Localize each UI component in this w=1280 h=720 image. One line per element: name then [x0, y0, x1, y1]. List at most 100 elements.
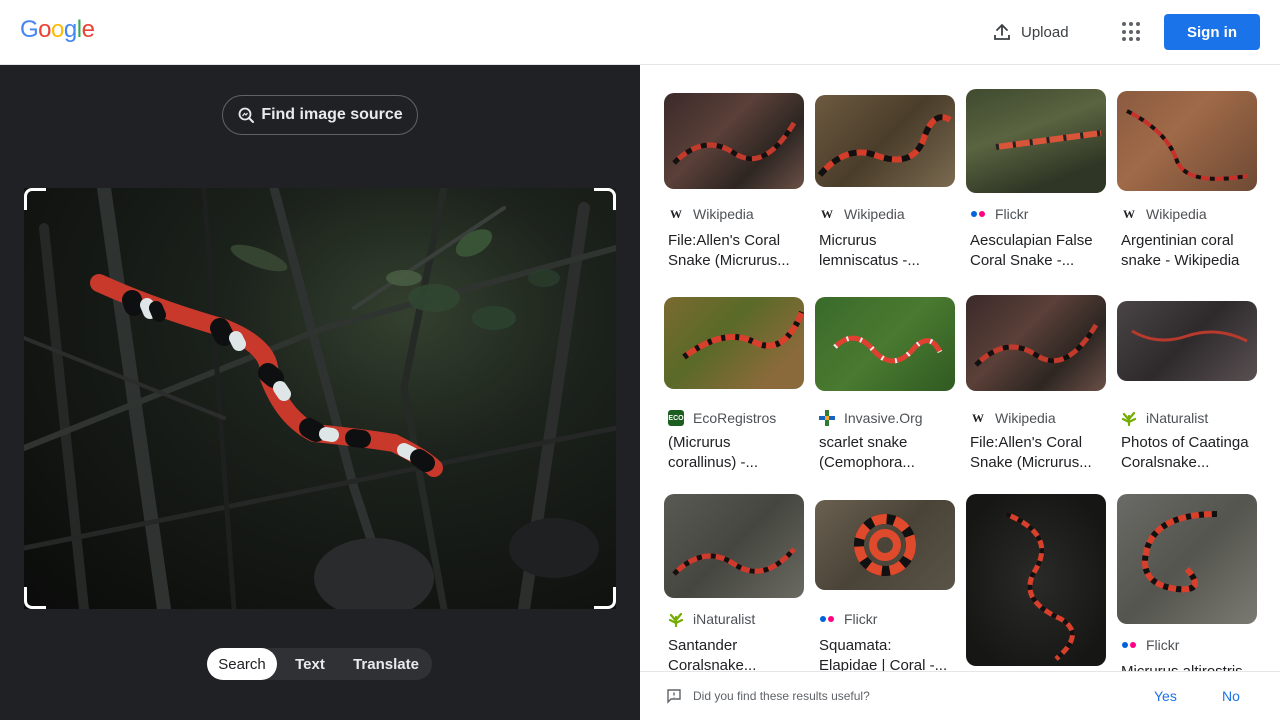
result-card[interactable]: W Wikipedia File:Allen's Coral Snake (Mi… [966, 291, 1106, 481]
feedback-bar: Did you find these results useful? Yes N… [640, 671, 1280, 720]
result-card[interactable]: Flickr Micrurus altirostris [1117, 494, 1257, 671]
result-title[interactable]: File:Allen's Coral Snake (Micrurus... [970, 433, 1102, 473]
result-title[interactable]: Squamata: Elapidae | Coral -... [819, 636, 951, 671]
result-thumbnail[interactable] [1117, 91, 1257, 191]
result-title[interactable]: Micrurus altirostris [1121, 662, 1253, 671]
result-source-label: Flickr [995, 206, 1029, 222]
upload-button[interactable]: Upload [992, 20, 1069, 44]
logo-letter-e: e [81, 16, 95, 43]
crop-handle-top-right[interactable] [594, 188, 616, 210]
result-thumbnail[interactable] [664, 494, 804, 598]
result-title[interactable]: Photos of Caatinga Coralsnake... [1121, 433, 1253, 473]
result-thumbnail[interactable] [815, 297, 955, 391]
result-source-label: Wikipedia [995, 410, 1056, 426]
result-source: W Wikipedia [668, 205, 754, 223]
result-thumbnail[interactable] [966, 295, 1106, 391]
mode-search-tab[interactable]: Search [207, 648, 277, 680]
result-thumbnail[interactable] [966, 89, 1106, 193]
result-thumbnail[interactable] [815, 95, 955, 187]
result-source: Flickr [1121, 636, 1179, 654]
result-source-label: Flickr [844, 611, 878, 627]
result-source-label: Wikipedia [844, 206, 905, 222]
result-source: Invasive.Org [819, 409, 923, 427]
lens-mode-switcher: Search Text Translate [207, 648, 432, 680]
ecoregistros-favicon-icon: ECO [668, 410, 684, 426]
upload-icon [994, 24, 1010, 40]
flickr-favicon-icon [1121, 637, 1137, 653]
feedback-question: Did you find these results useful? [693, 689, 870, 703]
wikipedia-favicon-icon: W [821, 206, 833, 221]
result-source: W Wikipedia [1121, 205, 1207, 223]
result-title[interactable]: Santander Coralsnake... [668, 636, 800, 671]
result-thumbnail[interactable] [966, 494, 1106, 666]
crop-handle-bottom-left[interactable] [24, 587, 46, 609]
result-card[interactable]: Flickr Aesculapian False Coral Snake -..… [966, 89, 1106, 279]
top-bar: Google Upload Sign in [0, 0, 1280, 65]
result-card[interactable]: iNaturalist Santander Coralsnake... [664, 494, 804, 671]
crop-handle-bottom-right[interactable] [594, 587, 616, 609]
query-image-pane: Find image source Search Text Translate [0, 65, 640, 720]
result-thumbnail[interactable] [664, 297, 804, 389]
result-source-label: Flickr [1146, 637, 1180, 653]
wikipedia-favicon-icon: W [972, 410, 984, 425]
wikipedia-favicon-icon: W [1123, 206, 1135, 221]
result-source-label: iNaturalist [1146, 410, 1209, 426]
result-source-label: iNaturalist [693, 611, 756, 627]
result-title[interactable]: File:Allen's Coral Snake (Micrurus... [668, 231, 800, 271]
find-image-source-button[interactable]: Find image source [222, 95, 418, 135]
result-source: iNaturalist [668, 610, 755, 628]
upload-label: Upload [1021, 23, 1069, 41]
result-card[interactable] [966, 494, 1106, 671]
result-title[interactable]: Argentinian coral snake - Wikipedia [1121, 231, 1253, 271]
result-thumbnail[interactable] [815, 500, 955, 590]
mode-text-tab[interactable]: Text [277, 648, 343, 680]
result-card[interactable]: Invasive.Org scarlet snake (Cemophora... [815, 291, 955, 481]
invasive-org-favicon-icon [819, 410, 835, 426]
result-source: Flickr [970, 205, 1028, 223]
result-card[interactable]: Flickr Squamata: Elapidae | Coral -... [815, 494, 955, 671]
flickr-favicon-icon [970, 206, 986, 222]
sign-in-button[interactable]: Sign in [1164, 14, 1260, 50]
inaturalist-favicon-icon [1121, 410, 1137, 426]
result-source-label: Wikipedia [693, 206, 754, 222]
image-search-icon [238, 107, 255, 123]
inaturalist-favicon-icon [668, 611, 684, 627]
crop-handle-top-left[interactable] [24, 188, 46, 210]
feedback-no-button[interactable]: No [1222, 688, 1240, 704]
result-thumbnail[interactable] [664, 93, 804, 189]
feedback-icon [667, 689, 681, 704]
result-source-label: EcoRegistros [693, 410, 777, 426]
result-card[interactable]: ECO EcoRegistros (Micrurus corallinus) -… [664, 291, 804, 481]
logo-letter-o2: o [51, 16, 64, 43]
result-source: W Wikipedia [819, 205, 905, 223]
result-title[interactable]: scarlet snake (Cemophora... [819, 433, 951, 473]
visual-matches-grid: W Wikipedia File:Allen's Coral Snake (Mi… [640, 65, 1280, 671]
result-thumbnail[interactable] [1117, 494, 1257, 624]
logo-letter-g2: g [63, 16, 77, 43]
result-source: ECO EcoRegistros [668, 409, 776, 427]
result-source-label: Wikipedia [1146, 206, 1207, 222]
mode-translate-tab[interactable]: Translate [343, 648, 429, 680]
result-source: W Wikipedia [970, 409, 1056, 427]
apps-grid-icon[interactable] [1122, 22, 1142, 42]
result-title[interactable]: Aesculapian False Coral Snake -... [970, 231, 1102, 271]
result-card[interactable]: W Wikipedia Micrurus lemniscatus -... [815, 89, 955, 279]
result-title[interactable]: (Micrurus corallinus) -... [668, 433, 800, 473]
result-card[interactable]: W Wikipedia File:Allen's Coral Snake (Mi… [664, 89, 804, 279]
flickr-favicon-icon [819, 611, 835, 627]
result-source: Flickr [819, 610, 877, 628]
result-title[interactable]: Micrurus lemniscatus -... [819, 231, 951, 271]
coral-snake-photo [24, 188, 616, 609]
find-image-source-label: Find image source [261, 106, 403, 123]
result-card[interactable]: W Wikipedia Argentinian coral snake - Wi… [1117, 89, 1257, 279]
result-source: iNaturalist [1121, 409, 1208, 427]
result-thumbnail[interactable] [1117, 301, 1257, 381]
logo-letter-o1: o [38, 16, 52, 43]
feedback-yes-button[interactable]: Yes [1154, 688, 1177, 704]
query-image[interactable] [24, 188, 616, 609]
wikipedia-favicon-icon: W [670, 206, 682, 221]
result-card[interactable]: iNaturalist Photos of Caatinga Coralsnak… [1117, 291, 1257, 481]
google-logo[interactable]: Google [20, 16, 95, 44]
logo-letter-g: G [20, 16, 39, 43]
result-source-label: Invasive.Org [844, 410, 923, 426]
